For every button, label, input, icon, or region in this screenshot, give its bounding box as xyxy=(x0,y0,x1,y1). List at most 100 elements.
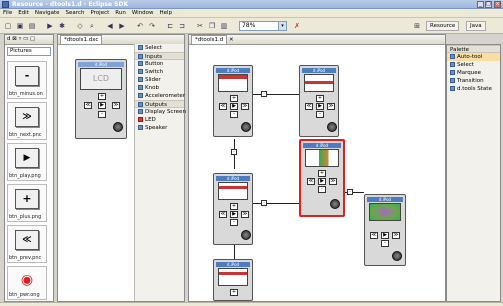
minus-button[interactable]: - xyxy=(318,186,326,193)
palette-transition[interactable]: Transition xyxy=(447,77,500,85)
new-icon[interactable]: ▢ xyxy=(3,21,13,31)
palette-accelerometer[interactable]: Accelerometer xyxy=(135,92,185,100)
knob[interactable] xyxy=(113,122,123,132)
picture-tile[interactable]: - btn_minus.on xyxy=(7,61,47,99)
menu-edit[interactable]: Edit xyxy=(15,9,32,17)
menu-help[interactable]: Help xyxy=(157,9,176,17)
save-icon[interactable]: ▣ xyxy=(15,21,25,31)
back-icon[interactable]: ◀ xyxy=(105,21,115,31)
open-type-icon[interactable]: ◇ xyxy=(75,21,85,31)
perspective-resource[interactable]: Resource xyxy=(426,21,460,31)
next-button[interactable]: ≫ xyxy=(112,102,120,109)
play-button[interactable]: ▶ xyxy=(98,102,106,109)
state-node[interactable]: d.iPod + ≪ ▶ ≫ - xyxy=(213,65,253,137)
minus-button[interactable]: - xyxy=(316,111,324,118)
align-left-icon[interactable]: ⊏ xyxy=(165,21,175,31)
picture-tile[interactable]: ◉ btn_pwr.ong xyxy=(7,266,47,300)
close-button[interactable]: x xyxy=(494,1,501,8)
menu-search[interactable]: Search xyxy=(63,9,88,17)
redo-icon[interactable]: ↷ xyxy=(147,21,157,31)
plus-button[interactable]: + xyxy=(98,93,106,100)
palette-marquee[interactable]: Marquee xyxy=(447,69,500,77)
palette-slider[interactable]: Slider xyxy=(135,76,184,84)
menu-project[interactable]: Project xyxy=(87,9,112,17)
search-icon[interactable]: ⌕ xyxy=(87,21,97,31)
open-perspective-icon[interactable]: ⊞ xyxy=(412,21,422,31)
copy-icon[interactable]: ❐ xyxy=(207,21,217,31)
palette-knob[interactable]: Knob xyxy=(135,84,184,92)
minus-button[interactable]: - xyxy=(98,111,106,118)
knob[interactable] xyxy=(241,122,251,132)
plus-button[interactable]: + xyxy=(316,95,324,102)
palette-button[interactable]: Button xyxy=(135,60,184,68)
align-center-icon[interactable]: ⊐ xyxy=(177,21,187,31)
knob[interactable] xyxy=(392,251,402,261)
play-button[interactable]: ▶ xyxy=(316,103,324,110)
prev-button[interactable]: ≪ xyxy=(370,232,378,239)
prev-button[interactable]: ≪ xyxy=(219,211,227,218)
state-node-selected[interactable]: d.iPod + ≪ ▶ ≫ - xyxy=(299,139,345,217)
knob[interactable] xyxy=(330,199,340,209)
state-node[interactable]: d.iPod + xyxy=(213,259,253,301)
cut-icon[interactable]: ✂ xyxy=(195,21,205,31)
minimize-button[interactable]: _ xyxy=(477,1,484,8)
picture-tile[interactable]: ≫ btn_next.pnc xyxy=(7,102,47,140)
next-button[interactable]: ≫ xyxy=(241,103,249,110)
state-node[interactable]: d.iPod + ≪ ▶ ≫ - xyxy=(213,173,253,245)
palette-select[interactable]: Select xyxy=(447,61,500,69)
zoom-select[interactable]: 78% ▾ xyxy=(239,21,287,31)
next-button[interactable]: ≫ xyxy=(327,103,335,110)
undo-icon[interactable]: ↶ xyxy=(135,21,145,31)
plus-button[interactable]: + xyxy=(230,95,238,102)
tools-icon[interactable]: ✗ xyxy=(292,21,302,31)
prev-button[interactable]: ≪ xyxy=(219,103,227,110)
menu-window[interactable]: Window xyxy=(129,9,157,17)
picture-tile[interactable]: ▶ btn_play.png xyxy=(7,143,47,181)
palette-led[interactable]: LED xyxy=(135,116,184,124)
pictures-dropdown[interactable]: Pictures xyxy=(7,47,51,56)
palette-display-screen[interactable]: Display Screen xyxy=(135,108,186,116)
run-icon[interactable]: ▶ xyxy=(45,21,55,31)
minus-button[interactable]: - xyxy=(230,219,238,226)
knob[interactable] xyxy=(327,122,337,132)
menu-file[interactable]: File xyxy=(0,9,15,17)
play-button[interactable]: ▶ xyxy=(318,178,326,185)
play-button[interactable]: ▶ xyxy=(381,232,389,239)
forward-icon[interactable]: ▶ xyxy=(117,21,127,31)
menu-navigate[interactable]: Navigate xyxy=(32,9,63,17)
editor-tab[interactable]: *dtools1.dxc xyxy=(60,35,103,44)
print-icon[interactable]: ▤ xyxy=(27,21,37,31)
perspective-java[interactable]: Java xyxy=(466,21,486,31)
paste-icon[interactable]: ▥ xyxy=(219,21,229,31)
palette-speaker[interactable]: Speaker xyxy=(135,124,184,132)
knob[interactable] xyxy=(241,230,251,240)
state-node[interactable]: d.iPod + ≪ ▶ ≫ - xyxy=(299,65,339,137)
debug-icon[interactable]: ✱ xyxy=(57,21,67,31)
play-button[interactable]: ▶ xyxy=(230,103,238,110)
minus-button[interactable]: - xyxy=(230,111,238,118)
picture-tile[interactable]: ≪ btn_prev.pnc xyxy=(7,225,47,263)
prev-button[interactable]: ≪ xyxy=(84,102,92,109)
picture-tile[interactable]: + btn_plus.png xyxy=(7,184,47,222)
palette-dtools-state[interactable]: d.tools State xyxy=(447,85,500,93)
device-ipod[interactable]: d.iPod LCD + ≪ ▶ ≫ - xyxy=(75,59,127,139)
minus-button[interactable]: - xyxy=(381,240,389,247)
plus-button[interactable]: + xyxy=(318,170,326,177)
plus-button[interactable]: + xyxy=(230,203,238,210)
menu-run[interactable]: Run xyxy=(112,9,129,17)
next-button[interactable]: ≫ xyxy=(392,232,400,239)
view-tab[interactable]: d xyxy=(7,36,11,42)
prev-button[interactable]: ≪ xyxy=(305,103,313,110)
palette-group-inputs[interactable]: Inputs xyxy=(135,52,184,60)
state-node[interactable]: d.iPod ≪ ▶ ≫ - xyxy=(364,194,406,266)
play-button[interactable]: ▶ xyxy=(230,211,238,218)
prev-button[interactable]: ≪ xyxy=(307,178,315,185)
editor-tab[interactable]: *dtools1.d xyxy=(191,35,228,44)
palette-select[interactable]: Select xyxy=(135,44,184,52)
palette-auto-tool[interactable]: Auto-tool xyxy=(447,53,500,61)
palette-group-outputs[interactable]: Outputs xyxy=(135,100,184,108)
plus-button[interactable]: + xyxy=(230,289,238,296)
next-button[interactable]: ≫ xyxy=(329,178,337,185)
palette-switch[interactable]: Switch xyxy=(135,68,184,76)
maximize-button[interactable]: □ xyxy=(485,1,492,8)
